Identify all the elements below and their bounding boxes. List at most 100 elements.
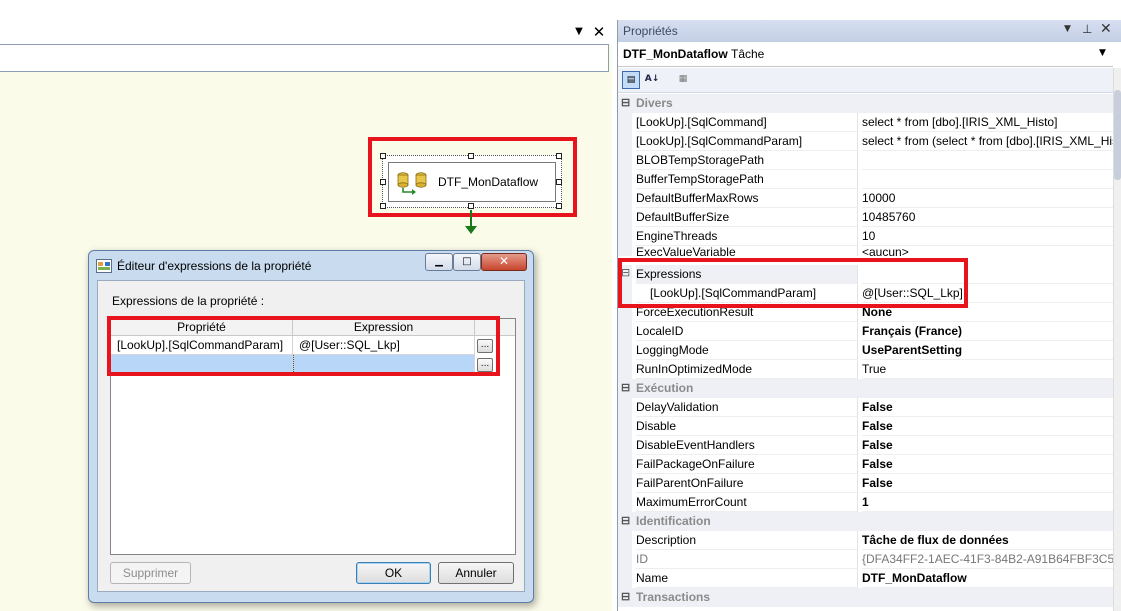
- property-value[interactable]: {DFA34FF2-1AEC-41F3-84B2-A91B64FBF3C5}: [862, 550, 1113, 569]
- alphabetical-icon[interactable]: A↓: [643, 71, 661, 89]
- ok-button[interactable]: OK: [356, 562, 431, 584]
- dataflow-task[interactable]: DTF_MonDataflow: [380, 153, 562, 209]
- property-value[interactable]: Français (France): [862, 322, 1113, 341]
- collapse-icon[interactable]: ⊟: [621, 266, 630, 279]
- column-header-property[interactable]: Propriété: [111, 319, 293, 336]
- resize-handle[interactable]: [380, 153, 386, 159]
- collapse-icon[interactable]: ⊟: [621, 379, 630, 398]
- property-name: FailParentOnFailure: [636, 474, 858, 493]
- property-value[interactable]: @[User::SQL_Lkp]: [862, 284, 1113, 303]
- close-icon[interactable]: ✕: [591, 24, 607, 40]
- delete-button[interactable]: Supprimer: [110, 562, 191, 584]
- property-row[interactable]: DefaultBufferSize 10485760: [618, 208, 1113, 227]
- resize-handle[interactable]: [380, 203, 386, 209]
- collapse-icon[interactable]: ⊟: [621, 588, 630, 607]
- property-value[interactable]: select * from (select * from [dbo].[IRIS…: [862, 132, 1113, 151]
- dropdown-arrow-icon[interactable]: ▼: [1064, 24, 1071, 34]
- property-row[interactable]: FailParentOnFailure False: [618, 474, 1113, 493]
- row-gutter: [618, 398, 632, 417]
- property-row[interactable]: RunInOptimizedMode True: [618, 360, 1113, 379]
- panel-titlebar: Propriétés ▼ ⊥ ✕: [618, 20, 1121, 42]
- column-header-expression[interactable]: Expression: [293, 319, 475, 336]
- cell-expression[interactable]: @[User::SQL_Lkp]: [293, 336, 475, 355]
- resize-handle[interactable]: [556, 203, 562, 209]
- property-row[interactable]: EngineThreads 10: [618, 227, 1113, 246]
- property-value[interactable]: Tâche de flux de données: [862, 531, 1113, 550]
- close-icon[interactable]: ✕: [1100, 21, 1112, 37]
- property-row[interactable]: Description Tâche de flux de données: [618, 531, 1113, 550]
- resize-handle[interactable]: [468, 153, 474, 159]
- property-row[interactable]: Disable False: [618, 417, 1113, 436]
- properties-toolbar: ▤ A↓ ▦: [618, 68, 1121, 93]
- collapse-icon[interactable]: ⊟: [621, 94, 630, 113]
- cell-expression-new[interactable]: [293, 355, 475, 374]
- ellipsis-button[interactable]: ...: [477, 339, 493, 353]
- category-divers[interactable]: ⊟ Divers: [618, 94, 1113, 113]
- ellipsis-button[interactable]: ...: [477, 358, 493, 372]
- property-row[interactable]: MaximumErrorCount 1: [618, 493, 1113, 512]
- category-transactions[interactable]: ⊟ Transactions: [618, 588, 1113, 607]
- property-value[interactable]: select * from [dbo].[IRIS_XML_Histo]: [862, 113, 1113, 132]
- property-value[interactable]: 1: [862, 493, 1113, 512]
- property-value[interactable]: False: [862, 417, 1113, 436]
- property-row-partial[interactable]: ExecValueVariable <aucun>: [618, 246, 1113, 256]
- property-value[interactable]: 10: [862, 227, 1113, 246]
- property-value[interactable]: [862, 170, 1113, 189]
- property-name: Description: [636, 531, 858, 550]
- property-row[interactable]: ForceExecutionResult None: [618, 303, 1113, 322]
- property-pages-icon[interactable]: ▦: [674, 71, 692, 89]
- resize-handle[interactable]: [468, 203, 474, 209]
- property-value[interactable]: UseParentSetting: [862, 341, 1113, 360]
- expressions-grid[interactable]: Propriété Expression [LookUp].[SqlComman…: [110, 318, 516, 555]
- categorized-icon[interactable]: ▤: [622, 71, 640, 89]
- category-execution[interactable]: ⊟ Exécution: [618, 379, 1113, 398]
- object-selector[interactable]: DTF_MonDataflow Tâche ▼: [618, 43, 1113, 67]
- cell-property[interactable]: [LookUp].[SqlCommandParam]: [111, 336, 293, 355]
- row-gutter: [618, 151, 632, 170]
- property-value[interactable]: False: [862, 474, 1113, 493]
- property-name: ForceExecutionResult: [636, 303, 858, 322]
- cancel-button[interactable]: Annuler: [438, 562, 514, 584]
- pin-icon[interactable]: ⊥: [1082, 22, 1092, 36]
- collapse-icon[interactable]: ⊟: [621, 512, 630, 531]
- property-value[interactable]: False: [862, 398, 1113, 417]
- dropdown-arrow-icon[interactable]: ▼: [572, 25, 586, 39]
- property-row[interactable]: FailPackageOnFailure False: [618, 455, 1113, 474]
- property-value[interactable]: [862, 151, 1113, 170]
- property-grid[interactable]: ⊟ Divers [LookUp].[SqlCommand] select * f…: [618, 94, 1113, 611]
- property-row[interactable]: [LookUp].[SqlCommand] select * from [dbo]…: [618, 113, 1113, 132]
- expressions-row[interactable]: ⊟ Expressions: [618, 265, 1113, 284]
- close-button[interactable]: ✕: [481, 253, 527, 271]
- property-row[interactable]: Name DTF_MonDataflow: [618, 569, 1113, 588]
- section-label: Expressions de la propriété :: [112, 294, 265, 308]
- property-row[interactable]: BLOBTempStoragePath: [618, 151, 1113, 170]
- chevron-down-icon[interactable]: ▼: [1099, 48, 1106, 58]
- resize-handle[interactable]: [380, 179, 386, 185]
- property-row[interactable]: [LookUp].[SqlCommandParam] select * from …: [618, 132, 1113, 151]
- property-value[interactable]: [862, 265, 1113, 284]
- property-row[interactable]: BufferTempStoragePath: [618, 170, 1113, 189]
- property-value[interactable]: DTF_MonDataflow: [862, 569, 1113, 588]
- property-value[interactable]: None: [862, 303, 1113, 322]
- property-row[interactable]: [LookUp].[SqlCommandParam] @[User::SQL_L…: [618, 284, 1113, 303]
- property-value[interactable]: False: [862, 455, 1113, 474]
- property-row[interactable]: LoggingMode UseParentSetting: [618, 341, 1113, 360]
- property-value[interactable]: <aucun>: [862, 246, 1113, 256]
- cell-property-new[interactable]: [111, 355, 293, 374]
- resize-handle[interactable]: [556, 153, 562, 159]
- property-value[interactable]: True: [862, 360, 1113, 379]
- property-value[interactable]: 10485760: [862, 208, 1113, 227]
- property-row[interactable]: DelayValidation False: [618, 398, 1113, 417]
- property-value[interactable]: False: [862, 436, 1113, 455]
- resize-handle[interactable]: [556, 179, 562, 185]
- minimize-button[interactable]: ▁: [425, 253, 453, 271]
- property-row[interactable]: ID {DFA34FF2-1AEC-41F3-84B2-A91B64FBF3C5}: [618, 550, 1113, 569]
- property-row[interactable]: DefaultBufferMaxRows 10000: [618, 189, 1113, 208]
- property-row[interactable]: DisableEventHandlers False: [618, 436, 1113, 455]
- maximize-button[interactable]: □: [453, 253, 481, 271]
- scrollbar-thumb[interactable]: [1114, 90, 1121, 180]
- property-value[interactable]: 10000: [862, 189, 1113, 208]
- category-identification[interactable]: ⊟ Identification: [618, 512, 1113, 531]
- property-row[interactable]: LocaleID Français (France): [618, 322, 1113, 341]
- designer-combo-bar[interactable]: [0, 44, 609, 72]
